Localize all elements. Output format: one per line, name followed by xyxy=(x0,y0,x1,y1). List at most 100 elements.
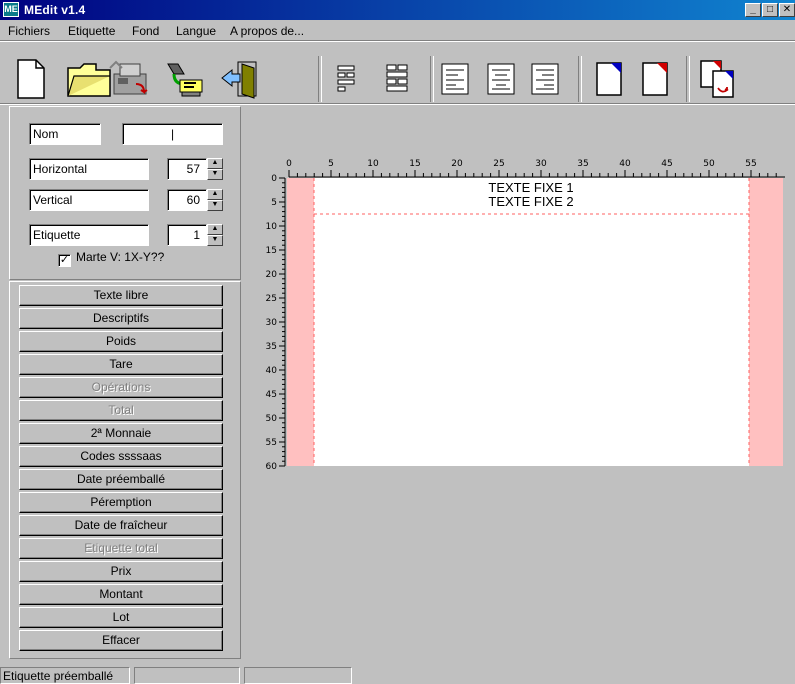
label-background xyxy=(287,178,783,466)
right-margin xyxy=(749,178,783,466)
field-button[interactable]: 2ª Monnaie xyxy=(19,423,223,444)
marte-checkbox[interactable]: ✓ xyxy=(58,254,71,267)
menu-langue[interactable]: Langue xyxy=(176,24,216,38)
open-folder-icon[interactable] xyxy=(66,60,112,98)
ruler-label: 10 xyxy=(266,222,278,232)
ruler-label: 45 xyxy=(661,159,672,169)
printer-settings-icon[interactable] xyxy=(162,58,206,100)
field-button[interactable]: Date de fraîcheur xyxy=(19,515,223,536)
horizontal-spinner[interactable]: ▲ ▼ xyxy=(207,158,223,180)
ruler-label: 40 xyxy=(266,366,278,376)
page-corner-blue-icon[interactable] xyxy=(594,60,624,98)
layout-grid-1-icon[interactable] xyxy=(334,64,358,94)
field-button[interactable]: Codes ssssaas xyxy=(19,446,223,467)
field-button[interactable]: Péremption xyxy=(19,492,223,513)
menu-fond[interactable]: Fond xyxy=(132,24,159,38)
field-button[interactable]: Opérations xyxy=(19,377,223,398)
status-cell-2 xyxy=(134,667,240,684)
ruler-label: 55 xyxy=(745,159,756,169)
ruler-label: 5 xyxy=(328,159,334,169)
name-input[interactable]: | xyxy=(122,123,223,145)
spin-down-icon[interactable]: ▼ xyxy=(207,169,223,180)
exit-door-icon[interactable] xyxy=(220,58,262,100)
scale-transfer-icon[interactable] xyxy=(108,58,154,100)
title-bar: ME MEdit v1.4 _ □ ✕ xyxy=(0,0,795,20)
menu-bar: Fichiers Etiquette Fond Langue A propos … xyxy=(0,20,795,40)
ruler-label: 25 xyxy=(493,159,504,169)
top-ruler: 0 5 10 15 20 25 30 35 40 45 50 55 xyxy=(286,159,785,178)
spin-up-icon[interactable]: ▲ xyxy=(207,158,223,169)
side-ruler: 0 5 10 15 20 25 30 35 40 45 50 55 60 xyxy=(266,174,286,472)
menu-a-propos[interactable]: A propos de... xyxy=(230,24,304,38)
name-label-field: Nom xyxy=(29,123,101,145)
spin-up-icon[interactable]: ▲ xyxy=(207,224,223,235)
label-text-2[interactable]: TEXTE FIXE 2 xyxy=(488,194,573,209)
marte-checkbox-label: Marte V: 1X-Y?? xyxy=(76,250,165,264)
ruler-label: 20 xyxy=(451,159,463,169)
ruler-label: 40 xyxy=(619,159,631,169)
window-title: MEdit v1.4 xyxy=(24,3,86,17)
etiquette-spinner[interactable]: ▲ ▼ xyxy=(207,224,223,246)
spin-up-icon[interactable]: ▲ xyxy=(207,189,223,200)
field-button[interactable]: Poids xyxy=(19,331,223,352)
ruler-label: 50 xyxy=(266,414,278,424)
field-button[interactable]: Total xyxy=(19,400,223,421)
etiquette-input[interactable]: 1 xyxy=(167,224,207,246)
ruler-label: 55 xyxy=(266,438,277,448)
maximize-button[interactable]: □ xyxy=(762,3,778,17)
label-preview: TEXTE FIXE 1 TEXTE FIXE 2 xyxy=(287,178,783,466)
page-swap-icon[interactable] xyxy=(698,58,738,100)
ruler-label: 25 xyxy=(266,294,277,304)
horizontal-label-field: Horizontal xyxy=(29,158,149,180)
toolbar-separator xyxy=(578,56,582,102)
ruler-label: 5 xyxy=(271,198,277,208)
ruler-label: 20 xyxy=(266,270,278,280)
close-button[interactable]: ✕ xyxy=(779,3,795,17)
field-button[interactable]: Effacer xyxy=(19,630,223,651)
ruler-label: 15 xyxy=(409,159,420,169)
ruler-label: 0 xyxy=(286,159,292,169)
ruler-label: 15 xyxy=(266,246,277,256)
layout-grid-2-icon[interactable] xyxy=(384,62,412,94)
label-canvas[interactable]: 0 5 10 15 20 25 30 35 40 45 50 55 0 5 10 15 20 25 30 35 40 4… xyxy=(255,150,785,480)
field-button[interactable]: Descriptifs xyxy=(19,308,223,329)
ruler-label: 45 xyxy=(266,390,277,400)
field-button[interactable]: Prix xyxy=(19,561,223,582)
status-cell-1: Etiquette préemballé xyxy=(0,667,130,684)
vertical-input[interactable]: 60 xyxy=(167,189,207,211)
vertical-label-field: Vertical xyxy=(29,189,149,211)
minimize-button[interactable]: _ xyxy=(745,3,761,17)
ruler-label: 35 xyxy=(577,159,588,169)
etiquette-label-field: Etiquette xyxy=(29,224,149,246)
align-right-icon[interactable] xyxy=(530,62,560,96)
field-button[interactable]: Texte libre xyxy=(19,285,223,306)
field-button[interactable]: Montant xyxy=(19,584,223,605)
toolbar-separator xyxy=(318,56,322,102)
toolbar-separator xyxy=(686,56,690,102)
ruler-label: 10 xyxy=(367,159,379,169)
ruler-label: 50 xyxy=(703,159,715,169)
marte-checkbox-row[interactable]: ✓ Marte V: 1X-Y?? xyxy=(58,250,164,267)
spin-down-icon[interactable]: ▼ xyxy=(207,235,223,246)
ruler-label: 35 xyxy=(266,342,277,352)
new-document-icon[interactable] xyxy=(16,58,46,100)
page-corner-red-icon[interactable] xyxy=(640,60,670,98)
status-bar: Etiquette préemballé xyxy=(0,665,795,684)
vertical-spinner[interactable]: ▲ ▼ xyxy=(207,189,223,211)
align-left-icon[interactable] xyxy=(440,62,470,96)
status-cell-3 xyxy=(244,667,352,684)
menu-fichiers[interactable]: Fichiers xyxy=(8,24,50,38)
left-margin xyxy=(287,178,314,466)
field-button[interactable]: Lot xyxy=(19,607,223,628)
label-text-1[interactable]: TEXTE FIXE 1 xyxy=(488,180,573,195)
align-center-icon[interactable] xyxy=(486,62,516,96)
ruler-label: 0 xyxy=(271,174,277,184)
field-button[interactable]: Date préemballé xyxy=(19,469,223,490)
field-button[interactable]: Etiquette total xyxy=(19,538,223,559)
horizontal-input[interactable]: 57 xyxy=(167,158,207,180)
field-button[interactable]: Tare xyxy=(19,354,223,375)
ruler-label: 30 xyxy=(266,318,278,328)
spin-down-icon[interactable]: ▼ xyxy=(207,200,223,211)
toolbar-bottom-separator xyxy=(0,103,795,105)
menu-etiquette[interactable]: Etiquette xyxy=(68,24,115,38)
